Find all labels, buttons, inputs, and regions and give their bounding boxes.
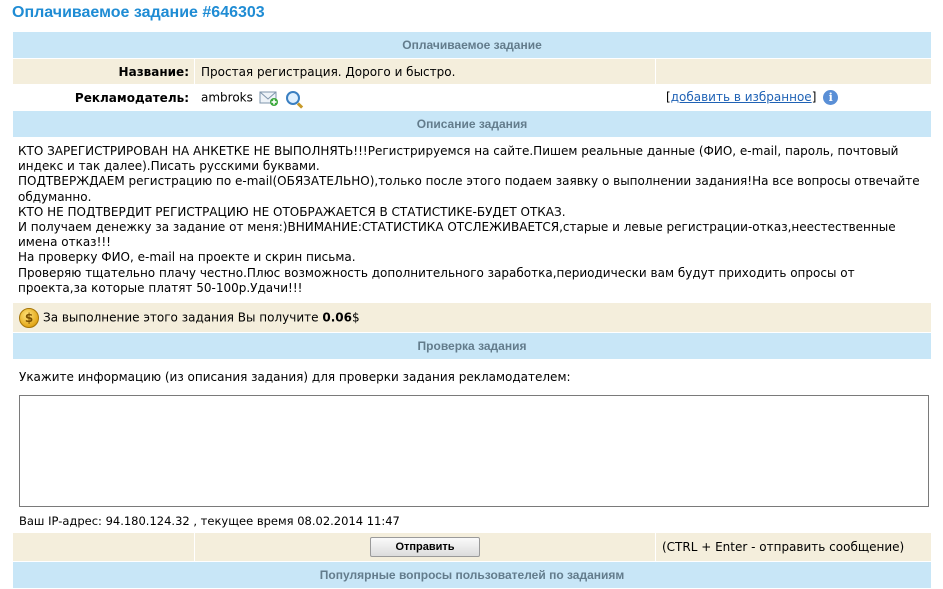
send-hint: (CTRL + Enter - отправить сообщение)	[654, 532, 933, 563]
send-message-icon[interactable]	[259, 89, 279, 107]
verification-instruction: Укажите информацию (из описания задания)…	[11, 359, 933, 396]
send-button-cell: Отправить	[194, 532, 656, 563]
description-section-header: Описание задания	[11, 110, 933, 138]
info-icon[interactable]: i	[823, 90, 839, 105]
search-icon[interactable]	[285, 90, 300, 105]
task-section-header: Оплачиваемое задание	[11, 31, 933, 59]
task-description: КТО ЗАРЕГИСТРИРОВАН НА АНКЕТКЕ НЕ ВЫПОЛН…	[11, 136, 933, 304]
task-name-value: Простая регистрация. Дорого и быстро.	[194, 58, 656, 85]
empty-cell	[12, 532, 195, 563]
description-line: КТО НЕ ПОДТВЕРДИТ РЕГИСТРАЦИЮ НЕ ОТОБРАЖ…	[18, 204, 566, 219]
description-line: На проверку ФИО, e-mail на проекте и скр…	[18, 250, 356, 265]
advertiser-cell: ambroks	[194, 84, 656, 111]
verification-input-cell	[11, 394, 933, 511]
reward-text: За выполнение этого задания Вы получите	[43, 310, 319, 325]
ip-time-info: Ваш IP-адрес: 94.180.124.32 , текущее вр…	[11, 509, 933, 534]
name-label: Название:	[12, 58, 195, 85]
page-title: Оплачиваемое задание #646303	[12, 4, 265, 21]
coin-icon: $	[19, 307, 39, 328]
reward-row: $ За выполнение этого задания Вы получите…	[11, 302, 933, 334]
verification-textarea[interactable]	[19, 395, 929, 508]
empty-cell	[654, 58, 933, 85]
send-button[interactable]: Отправить	[370, 537, 480, 558]
add-to-favorites-link[interactable]: добавить в избранное	[671, 90, 812, 104]
reward-amount: 0.06	[322, 310, 352, 325]
description-line: ПОДТВЕРЖДАЕМ регистрацию по e-mail(ОБЯЗА…	[18, 174, 920, 204]
description-line: КТО ЗАРЕГИСТРИРОВАН НА АНКЕТКЕ НЕ ВЫПОЛН…	[18, 144, 899, 174]
favorite-cell: [добавить в избранное] i	[654, 84, 933, 111]
advertiser-label: Рекламодатель:	[12, 84, 195, 111]
reward-currency: $	[351, 310, 360, 325]
verification-section-header: Проверка задания	[11, 332, 933, 361]
bracket-close: ]	[811, 90, 817, 104]
faq-section-header: Популярные вопросы пользователей по зада…	[11, 561, 933, 589]
description-line: Проверяю тщательно плачу честно.Плюс воз…	[18, 265, 855, 295]
advertiser-name: ambroks	[201, 90, 253, 104]
description-line: И получаем денежку за задание от меня:)В…	[18, 220, 896, 250]
task-table: Оплачиваемое задание Название: Простая р…	[11, 31, 933, 589]
